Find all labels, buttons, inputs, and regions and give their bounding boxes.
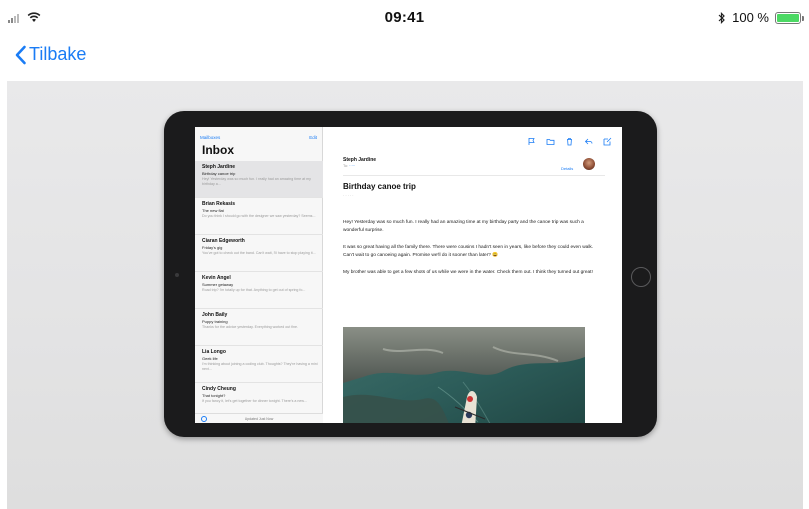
mail-list-item[interactable]: Steph Jardine Birthday canoe trip Hey! Y…: [195, 161, 323, 198]
mail-list-nav: Mailboxes Edit: [195, 135, 323, 143]
mail-sender: Lia Longo: [202, 349, 226, 355]
mail-preview: Hey! Yesterday was so much fun. I really…: [202, 177, 311, 186]
mail-subject: Birthday canoe trip: [202, 171, 236, 176]
mail-list-pane: Mailboxes Edit Inbox Steph Jardine Birth…: [195, 127, 323, 423]
mail-sender: Kevin Angel: [202, 275, 231, 281]
mailboxes-back-button[interactable]: Mailboxes: [200, 135, 220, 140]
flag-icon[interactable]: [527, 137, 536, 146]
status-bar: 09:41 100 %: [0, 0, 809, 40]
mail-subject: Geek life: [202, 356, 218, 361]
mail-list-item[interactable]: Lia Longo Geek life I'm thinking about j…: [195, 346, 323, 383]
battery-icon: [775, 11, 804, 24]
status-bar-right: 100 %: [718, 10, 804, 25]
message-recipient: To: ·····: [343, 164, 356, 168]
mail-list-item[interactable]: Brian Rekasis The new flat Do you think …: [195, 198, 323, 235]
back-button[interactable]: Tilbake: [14, 44, 86, 65]
status-time: 09:41: [384, 9, 425, 26]
canoe-photo[interactable]: [343, 327, 585, 423]
navigation-bar: Tilbake: [0, 40, 809, 80]
bluetooth-icon: [718, 11, 725, 24]
mail-sender: John Baily: [202, 312, 228, 318]
mail-preview: Thanks for the advice yesterday. Everyth…: [202, 325, 299, 329]
sender-avatar: [583, 158, 595, 170]
mail-list-item[interactable]: Ciaran Edgeworth Friday's gig You've got…: [195, 235, 323, 272]
front-camera: [175, 273, 179, 277]
mail-subject: Friday's gig: [202, 245, 223, 250]
mail-list-item[interactable]: Kevin Angel Summer getaway Road trip? I'…: [195, 272, 323, 309]
back-button-label: Tilbake: [29, 44, 87, 64]
reply-icon[interactable]: [584, 137, 593, 146]
message-body: Hey! Yesterday was so much fun. I really…: [343, 219, 603, 286]
ipad-device: iPad ᯤ 09:41 ▬ Mailboxes Edit Inbox Step…: [164, 111, 657, 437]
mail-preview: You've got to check out the band. Can't …: [202, 251, 316, 255]
header-divider: [343, 175, 605, 176]
mail-subject: Summer getaway: [202, 282, 234, 287]
mail-subject: The new flat: [202, 208, 224, 213]
chevron-left-icon: [15, 45, 26, 64]
preview-stage: iPad ᯤ 09:41 ▬ Mailboxes Edit Inbox Step…: [7, 81, 803, 509]
edit-button[interactable]: Edit: [309, 135, 317, 140]
home-button: [631, 267, 651, 287]
message-subject: Birthday canoe trip: [343, 182, 416, 191]
battery-percentage: 100 %: [732, 10, 769, 25]
inbox-title: Inbox: [202, 143, 234, 157]
message-paragraph: It was so great having all the family th…: [343, 245, 594, 258]
update-status: Updated Just Now: [244, 417, 274, 421]
message-sender: Steph Jardine: [343, 157, 377, 163]
compose-icon[interactable]: [603, 137, 612, 146]
message-paragraph: My brother was able to get a few shots o…: [343, 270, 593, 275]
mail-subject: Puppy training: [202, 319, 228, 324]
mail-preview: Road trip? I'm totally up for that. Anyt…: [202, 288, 306, 292]
mail-sender: Brian Rekasis: [202, 201, 236, 207]
message-detail-pane: Steph Jardine To: ····· Details Birthday…: [323, 127, 622, 423]
mail-list-item[interactable]: John Baily Puppy training Thanks for the…: [195, 309, 323, 346]
details-link[interactable]: Details: [561, 166, 573, 171]
mail-sender: Ciaran Edgeworth: [202, 238, 245, 244]
mail-preview: I'm thinking about joining a coding club…: [202, 362, 318, 371]
mail-list-footer: Updated Just Now: [195, 413, 323, 423]
message-date: · · · · ·: [343, 194, 354, 198]
device-screen: iPad ᯤ 09:41 ▬ Mailboxes Edit Inbox Step…: [195, 127, 622, 423]
battery-fill: [777, 13, 799, 22]
folder-icon[interactable]: [546, 137, 555, 146]
trash-icon[interactable]: [565, 137, 574, 146]
mail-subject: That tonight?: [202, 393, 226, 398]
mail-preview: Do you think I should go with the design…: [202, 214, 316, 218]
mail-preview: If you fancy it, let's get together for …: [202, 399, 307, 403]
mail-sender: Cindy Cheung: [202, 386, 236, 392]
message-toolbar: [527, 137, 612, 146]
message-paragraph: Hey! Yesterday was so much fun. I really…: [343, 220, 584, 233]
mail-sender: Steph Jardine: [202, 164, 236, 170]
